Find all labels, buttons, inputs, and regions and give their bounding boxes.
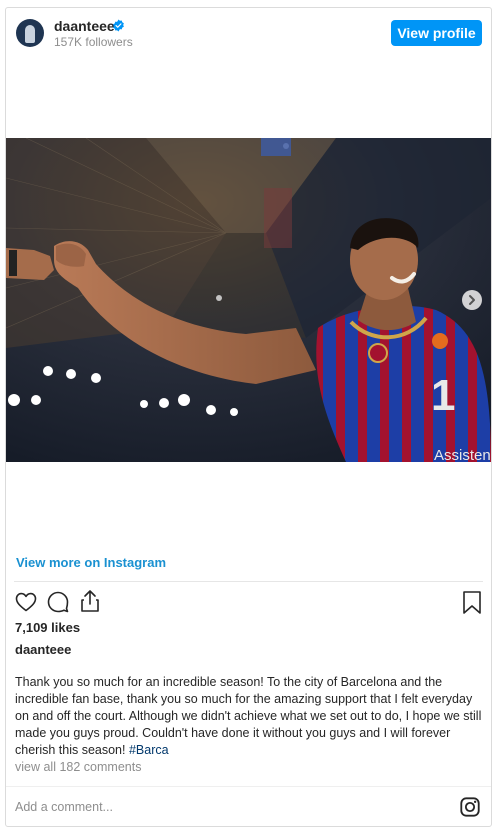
caption-text: Thank you so much for an incredible seas… <box>15 675 482 757</box>
add-comment-field[interactable]: Add a comment... <box>15 800 113 814</box>
post-header: daanteee 157K followers View profile <box>6 8 491 62</box>
avatar[interactable] <box>16 19 44 47</box>
post-photo[interactable]: 1 Assistenc <box>6 138 491 462</box>
chevron-right-icon <box>469 295 475 305</box>
jersey-number: 1 <box>431 371 455 420</box>
instagram-icon[interactable] <box>459 796 481 818</box>
heart-icon[interactable] <box>14 590 38 614</box>
view-profile-button[interactable]: View profile <box>391 20 482 46</box>
next-photo-button[interactable] <box>462 290 482 310</box>
basketball-player-image: 1 Assistenc <box>6 138 491 462</box>
divider <box>14 581 483 582</box>
comment-box: Add a comment... <box>6 786 491 828</box>
post-caption: Thank you so much for an incredible seas… <box>15 674 483 759</box>
view-more-on-instagram-link[interactable]: View more on Instagram <box>16 555 166 570</box>
instagram-embed-card: daanteee 157K followers View profile 1 A… <box>5 7 492 827</box>
username[interactable]: daanteee <box>54 18 115 34</box>
bookmark-icon[interactable] <box>461 590 483 616</box>
likes-count[interactable]: 7,109 likes <box>15 620 80 635</box>
caption-username[interactable]: daanteee <box>15 642 71 657</box>
comment-icon[interactable] <box>46 590 70 614</box>
hashtag-link[interactable]: #Barca <box>129 743 169 757</box>
jersey-sponsor-text: Assistenc <box>434 447 491 462</box>
verified-badge-icon <box>113 19 124 32</box>
view-all-comments-link[interactable]: view all 182 comments <box>15 760 141 774</box>
followers-count: 157K followers <box>54 35 133 49</box>
share-icon[interactable] <box>78 588 102 614</box>
